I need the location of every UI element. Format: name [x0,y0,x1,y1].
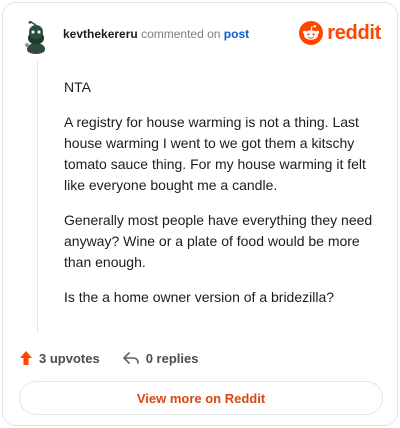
comment-paragraph: Is the a home owner version of a bridezi… [64,289,335,305]
reddit-snoo-logo-icon [299,21,324,45]
user-avatar[interactable] [19,20,53,54]
comment-paragraph: Generally most people have everything th… [64,212,373,270]
reply-arrow-icon [122,352,139,364]
comment-meta: kevthekereru commented on post [63,26,249,42]
reply-count: 0 replies [145,350,199,366]
comment-embed-card: kevthekereru commented on post reddit NT… [2,2,398,426]
comment-header: kevthekereru commented on post reddit [19,19,381,55]
reply-button[interactable]: 0 replies [122,350,199,366]
upvote-button[interactable]: 3 upvotes [19,350,100,366]
comment-actions: 3 upvotes 0 replies [19,347,198,369]
upvote-count: 3 upvotes [39,350,100,366]
action-text: commented on [141,27,221,41]
thread-line [37,61,38,333]
view-more-button[interactable]: View more on Reddit [19,381,383,415]
comment-paragraph: NTA [64,79,91,95]
brand-wordmark: reddit [327,21,381,44]
comment-body: NTA A registry for house warming is not … [64,77,382,322]
post-link[interactable]: post [224,27,249,41]
snoo-avatar-icon [19,20,53,54]
username-link[interactable]: kevthekereru [63,27,138,41]
upvote-arrow-icon [20,351,32,365]
comment-paragraph: A registry for house warming is not a th… [64,114,366,193]
reddit-brand[interactable]: reddit [299,21,381,45]
